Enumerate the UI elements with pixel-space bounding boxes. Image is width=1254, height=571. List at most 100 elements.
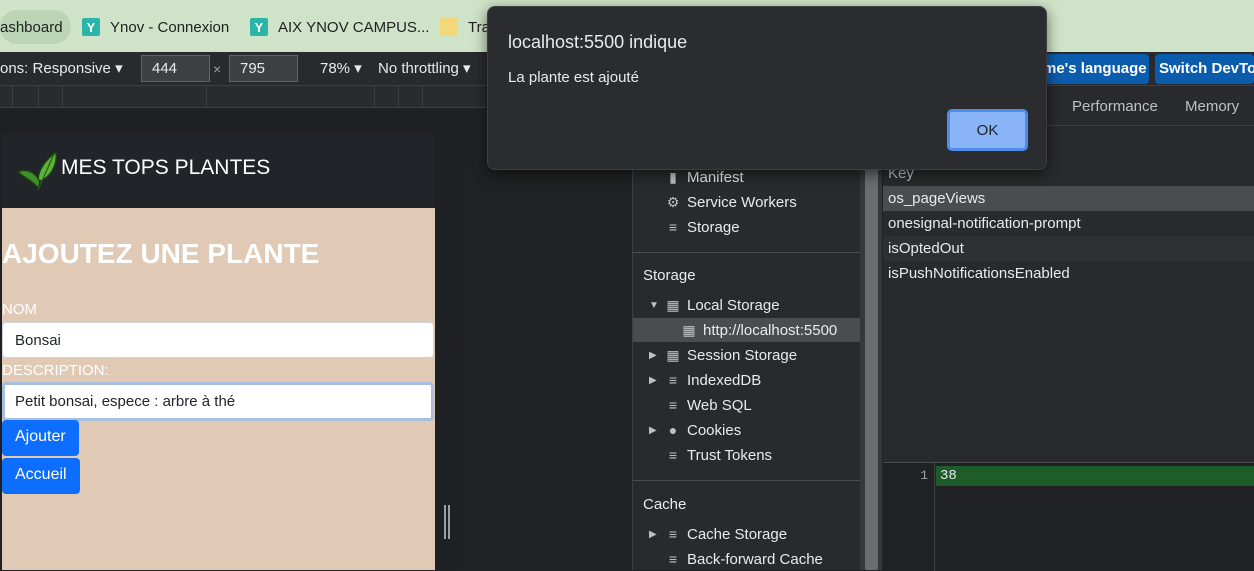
- dimensions-dropdown[interactable]: ons: Responsive ▾: [0, 59, 123, 77]
- database-icon: ≡: [668, 526, 678, 542]
- ynov-y-icon: Y: [82, 18, 100, 36]
- bookmark-aix-ynov-campus[interactable]: Y AIX YNOV CAMPUS...: [250, 10, 429, 44]
- match-language-button[interactable]: me's language: [1039, 54, 1149, 84]
- table-row[interactable]: os_pageViews: [883, 186, 1254, 211]
- sidebar-item-label: Cookies: [687, 421, 742, 439]
- dimensions-label: ons: Responsive: [0, 60, 111, 77]
- sidebar-item-label: Service Workers: [687, 193, 797, 211]
- sidebar-item-trust-tokens[interactable]: ≡ Trust Tokens: [633, 443, 861, 467]
- triangle-right-icon: ▶: [649, 349, 657, 361]
- name-input[interactable]: [2, 322, 434, 358]
- throttling-dropdown[interactable]: No throttling ▾: [378, 59, 471, 77]
- sidebar-item-label: Cache Storage: [687, 525, 788, 543]
- sidebar-item-service-workers[interactable]: ⚙ Service Workers: [633, 190, 861, 214]
- divider: [633, 480, 861, 481]
- throttling-label: No throttling: [378, 60, 459, 77]
- table-icon: ▦: [666, 346, 680, 363]
- name-label: NOM: [2, 301, 37, 318]
- dialog-message: La plante est ajouté: [508, 69, 639, 86]
- sidebar-item-label: Storage: [687, 218, 740, 236]
- description-input[interactable]: [2, 382, 434, 421]
- chevron-down-icon: ▾: [354, 60, 362, 77]
- table-row[interactable]: isOptedOut: [883, 236, 1254, 261]
- line-number: 1: [920, 468, 928, 483]
- sidebar-item-cache-storage[interactable]: ▶ ≡ Cache Storage: [633, 522, 861, 546]
- emulated-page: MES TOPS PLANTES AJOUTEZ UNE PLANTE NOM …: [2, 134, 435, 570]
- description-label: DESCRIPTION:: [2, 362, 109, 379]
- chevron-down-icon: ▾: [463, 60, 471, 77]
- brand-title[interactable]: MES TOPS PLANTES: [61, 156, 270, 180]
- document-icon: ▮: [669, 168, 677, 185]
- triangle-down-icon: ▼: [649, 299, 659, 311]
- leaf-logo-icon: [16, 150, 58, 191]
- table-icon: ▦: [682, 321, 696, 338]
- chevron-down-icon: ▾: [115, 60, 123, 77]
- gear-icon: ⚙: [666, 193, 680, 210]
- table-row[interactable]: isPushNotificationsEnabled: [883, 261, 1254, 286]
- storage-key-table: Key os_pageViews onesignal-notification-…: [883, 152, 1254, 462]
- value-text: 38: [936, 466, 1254, 486]
- value-preview: 1 38: [883, 462, 1254, 571]
- table-icon: ▦: [666, 296, 680, 313]
- application-sidebar: ▮ Manifest ⚙ Service Workers ≡ Storage Stor…: [632, 152, 861, 571]
- folder-icon: [440, 18, 458, 36]
- sidebar-item-web-sql[interactable]: ≡ Web SQL: [633, 393, 861, 417]
- scrollbar-thumb[interactable]: [865, 160, 878, 570]
- ynov-y-icon: Y: [250, 18, 268, 36]
- database-icon: ≡: [668, 447, 678, 463]
- device-height-input[interactable]: [229, 55, 298, 82]
- home-button[interactable]: Accueil: [2, 458, 80, 494]
- dialog-title: localhost:5500 indique: [508, 32, 688, 52]
- database-icon: ≡: [668, 397, 678, 413]
- resize-handle-icon[interactable]: [443, 505, 451, 539]
- sidebar-item-label: Trust Tokens: [687, 446, 773, 464]
- sidebar-item-indexeddb[interactable]: ▶ ≡ IndexedDB: [633, 368, 861, 392]
- cookie-icon: ●: [668, 422, 678, 438]
- sidebar-item-label: Back-forward Cache: [687, 550, 823, 568]
- sidebar-item-label: IndexedDB: [687, 371, 762, 389]
- sidebar-item-local-storage[interactable]: ▼ ▦ Local Storage: [633, 293, 861, 317]
- sidebar-item-label: Session Storage: [687, 346, 798, 364]
- storage-filter-bar: [1047, 126, 1254, 154]
- sidebar-item-label: Manifest: [687, 168, 744, 186]
- zoom-dropdown[interactable]: 78% ▾: [320, 59, 362, 77]
- tab-performance[interactable]: Performance: [1072, 98, 1158, 115]
- tab-memory[interactable]: Memory: [1185, 98, 1239, 115]
- switch-devtools-language-button[interactable]: Switch DevToo: [1155, 54, 1254, 84]
- triangle-right-icon: ▶: [649, 374, 657, 386]
- line-gutter: 1: [883, 463, 935, 571]
- cache-section-heading: Cache: [643, 496, 687, 513]
- database-icon: ≡: [668, 372, 678, 388]
- bookmark-label: Ynov - Connexion: [110, 18, 230, 36]
- storage-section-heading: Storage: [643, 267, 696, 284]
- devtools-tabbar: Performance Memory: [1047, 86, 1254, 126]
- sidebar-item-storage[interactable]: ≡ Storage: [633, 215, 861, 239]
- bookmark-folder[interactable]: Tra: [440, 10, 490, 44]
- page-heading: AJOUTEZ UNE PLANTE: [2, 238, 320, 269]
- sidebar-item-label: Local Storage: [687, 296, 780, 314]
- device-width-input[interactable]: [141, 55, 210, 82]
- triangle-right-icon: ▶: [649, 528, 657, 540]
- sidebar-item-localhost[interactable]: ▦ http://localhost:5500: [633, 318, 861, 342]
- device-viewport: MES TOPS PLANTES AJOUTEZ UNE PLANTE NOM …: [0, 108, 460, 570]
- database-icon: ≡: [668, 551, 678, 567]
- sidebar-item-label: http://localhost:5500: [703, 321, 838, 339]
- divider: [633, 252, 861, 253]
- alert-dialog: localhost:5500 indique La plante est ajo…: [487, 6, 1047, 170]
- media-query-ruler[interactable]: [0, 86, 486, 108]
- add-button[interactable]: Ajouter: [2, 420, 79, 456]
- triangle-right-icon: ▶: [649, 424, 657, 436]
- bookmark-label: AIX YNOV CAMPUS...: [278, 18, 430, 36]
- ok-button[interactable]: OK: [947, 109, 1028, 151]
- sidebar-item-session-storage[interactable]: ▶ ▦ Session Storage: [633, 343, 861, 367]
- zoom-label: 78%: [320, 60, 351, 77]
- sidebar-item-back-forward-cache[interactable]: ≡ Back-forward Cache: [633, 547, 861, 571]
- bookmark-dashboard[interactable]: ashboard: [0, 10, 71, 44]
- times-icon: ×: [213, 61, 222, 77]
- navbar: MES TOPS PLANTES: [2, 134, 435, 208]
- table-row[interactable]: onesignal-notification-prompt: [883, 211, 1254, 236]
- bookmark-label: ashboard: [0, 18, 63, 36]
- bookmark-ynov-connexion[interactable]: Y Ynov - Connexion: [82, 10, 229, 44]
- sidebar-item-cookies[interactable]: ▶ ● Cookies: [633, 418, 861, 442]
- database-icon: ≡: [668, 219, 678, 235]
